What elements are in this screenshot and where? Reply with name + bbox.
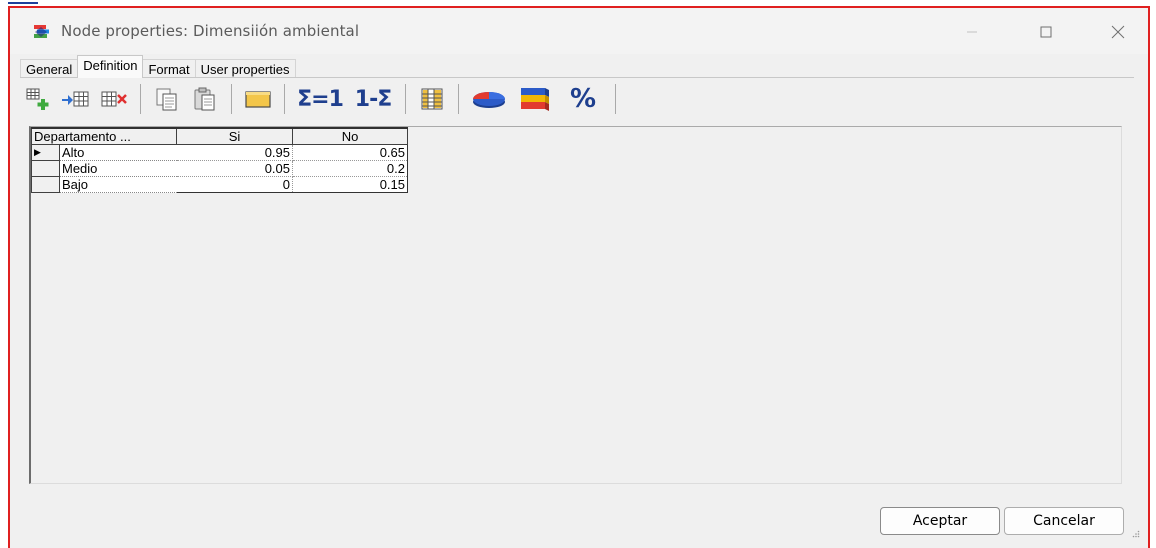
add-column-icon	[26, 88, 49, 110]
window-title: Node properties: Dimensiión ambiental	[61, 22, 360, 40]
complement-button[interactable]: 1-Σ	[351, 84, 395, 114]
pie-chart-icon	[473, 92, 505, 108]
add-column-button[interactable]	[22, 84, 54, 114]
column-header-si[interactable]: Si	[176, 127, 293, 145]
toolbar-separator	[615, 84, 616, 114]
tab-strip: General Definition Format User propertie…	[20, 55, 296, 78]
copy-icon	[156, 88, 177, 111]
paste-button[interactable]	[189, 84, 221, 114]
toolbar-separator	[458, 84, 459, 114]
insert-column-button[interactable]	[60, 84, 92, 114]
minimize-icon	[967, 31, 977, 33]
row-label: Bajo	[59, 176, 177, 193]
row-selector[interactable]	[31, 176, 60, 193]
column-header-no[interactable]: No	[292, 127, 408, 145]
cell-si[interactable]: 0	[176, 176, 293, 193]
tab-format[interactable]: Format	[142, 59, 196, 78]
note-button[interactable]	[242, 84, 274, 114]
fill-table-button[interactable]	[416, 84, 448, 114]
row-selector[interactable]: ▶	[31, 144, 60, 161]
cell-si[interactable]: 0.95	[176, 144, 293, 161]
cell-no[interactable]: 0.15	[292, 176, 408, 193]
title-bar[interactable]: Node properties: Dimensiión ambiental	[10, 8, 1148, 54]
app-icon	[34, 25, 49, 38]
percent-icon: %	[569, 84, 597, 114]
complement-icon: 1-Σ	[354, 86, 392, 112]
table-header-row: Departamento ... Si No	[31, 127, 408, 145]
toolbar-separator	[284, 84, 285, 114]
percent-button[interactable]: %	[561, 84, 605, 114]
definition-toolbar: Σ=1 1-Σ %	[22, 82, 626, 116]
row-label: Medio	[59, 160, 177, 177]
probability-table: Departamento ... Si No ▶ Alto 0.95 0.65 …	[31, 127, 408, 193]
close-icon	[1111, 25, 1125, 39]
normalize-button[interactable]: Σ=1	[295, 84, 345, 114]
tab-general[interactable]: General	[20, 59, 79, 78]
table-row: Bajo 0 0.15	[31, 176, 408, 193]
cell-no[interactable]: 0.65	[292, 144, 408, 161]
insert-column-icon	[62, 91, 89, 107]
toolbar-separator	[140, 84, 141, 114]
table-row: Medio 0.05 0.2	[31, 160, 408, 177]
current-row-arrow-icon: ▶	[34, 147, 41, 157]
probability-table-area[interactable]: Departamento ... Si No ▶ Alto 0.95 0.65 …	[29, 126, 1122, 484]
aceptar-button[interactable]: Aceptar	[880, 507, 1000, 535]
cancelar-button[interactable]: Cancelar	[1004, 507, 1124, 535]
tab-user-properties[interactable]: User properties	[194, 59, 296, 78]
note-icon	[245, 91, 271, 108]
window-accent-line	[8, 2, 38, 4]
maximize-icon	[1040, 26, 1052, 38]
cell-si[interactable]: 0.05	[176, 160, 293, 177]
fill-table-icon	[421, 88, 443, 110]
minimize-button[interactable]	[950, 18, 994, 46]
normalize-icon: Σ=1	[297, 86, 344, 112]
toolbar-separator	[405, 84, 406, 114]
stacked-bar-button[interactable]	[515, 84, 555, 114]
table-row: ▶ Alto 0.95 0.65	[31, 144, 408, 161]
pie-chart-button[interactable]	[469, 84, 509, 114]
maximize-button[interactable]	[1024, 18, 1068, 46]
column-header-departamento[interactable]: Departamento ...	[31, 127, 177, 145]
row-selector[interactable]	[31, 160, 60, 177]
tab-definition[interactable]: Definition	[77, 55, 144, 78]
resize-grip-icon[interactable]	[1132, 530, 1140, 538]
row-label: Alto	[59, 144, 177, 161]
delete-column-button[interactable]	[98, 84, 130, 114]
delete-column-icon	[101, 91, 127, 107]
paste-icon	[194, 87, 215, 111]
cell-no[interactable]: 0.2	[292, 160, 408, 177]
stacked-bar-icon	[521, 88, 549, 111]
close-button[interactable]	[1096, 18, 1140, 46]
copy-button[interactable]	[151, 84, 183, 114]
toolbar-separator	[231, 84, 232, 114]
